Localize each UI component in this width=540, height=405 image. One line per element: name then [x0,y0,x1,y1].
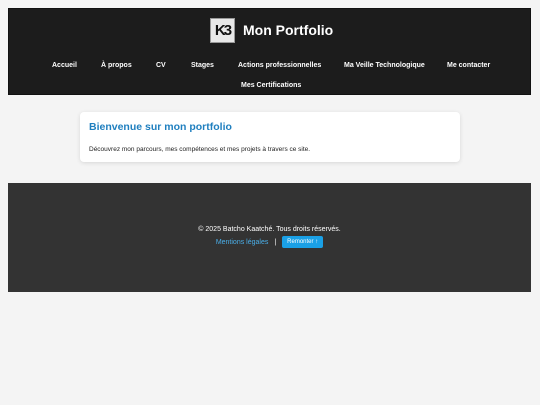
site-header: K3 Mon Portfolio Accueil À propos CV Sta… [8,8,531,95]
nav-link-cv[interactable]: CV [156,62,166,69]
back-to-top-button[interactable]: Remonter ↑ [282,236,324,248]
footer-separator: | [274,238,277,246]
site-footer: © 2025 Batcho Kaatché. Tous droits réser… [8,183,531,292]
brand[interactable]: K3 Mon Portfolio [210,17,333,43]
nav-link-accueil[interactable]: Accueil [52,62,77,69]
legal-notice-link[interactable]: Mentions légales [216,239,269,246]
nav-link-stages[interactable]: Stages [191,62,214,69]
nav-link-certifications[interactable]: Mes Certifications [241,82,301,89]
nav-link-me-contacter[interactable]: Me contacter [447,62,490,69]
intro-text: Découvrez mon parcours, mes compétences … [89,146,311,153]
logo-icon: K3 [210,17,235,43]
site-title: Mon Portfolio [243,22,334,38]
welcome-card: Bienvenue sur mon portfolio Découvrez mo… [80,112,460,162]
nav-link-a-propos[interactable]: À propos [101,62,132,69]
page-title: Bienvenue sur mon portfolio [89,121,232,133]
nav-link-actions-professionnelles[interactable]: Actions professionnelles [238,62,321,69]
nav-link-veille-technologique[interactable]: Ma Veille Technologique [344,62,425,69]
footer-links: Mentions légales | Remonter ↑ [8,236,531,248]
copyright-text: © 2025 Batcho Kaatché. Tous droits réser… [198,226,341,233]
